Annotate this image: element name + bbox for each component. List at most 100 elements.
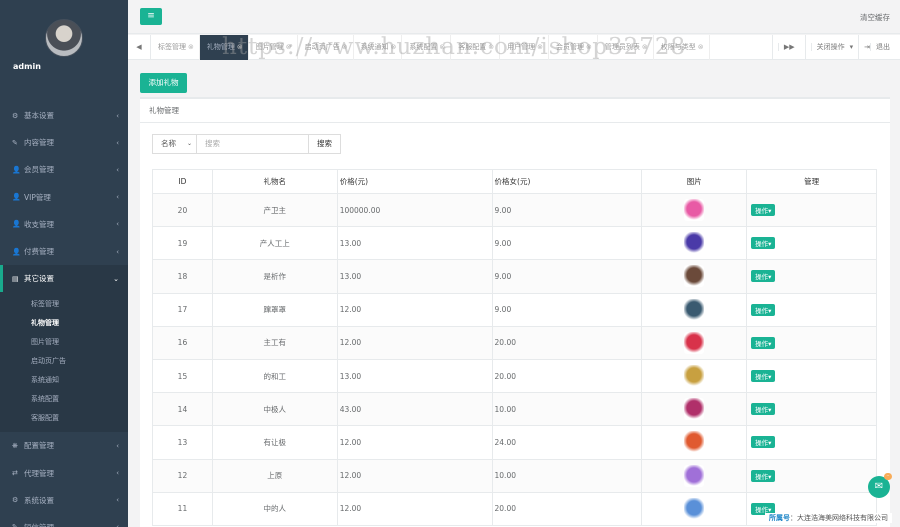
cell-id: 12 [152, 459, 213, 493]
sidebar-item-1[interactable]: ✎ 内容管理 ‹ [0, 129, 128, 156]
cell-image [641, 425, 748, 460]
cell-name: 是析作 [212, 259, 338, 294]
submenu-item-1[interactable]: 礼物管理 [0, 314, 128, 333]
operation-label: 操作 [755, 472, 769, 481]
cell-name: 上原 [212, 459, 338, 493]
sidebar-item-active[interactable]: ▤ 其它设置 ⌄ [0, 265, 128, 293]
column-header-4: 图片 [641, 169, 748, 194]
user-icon: 👤 [12, 193, 21, 202]
cell-actions: 操作▾ [746, 359, 877, 394]
chevron-down-icon: ⌄ [113, 274, 119, 283]
sidebar-item-label: VIP管理 [24, 192, 51, 202]
submenu-item-6[interactable]: 客服配置 [0, 409, 128, 428]
operation-dropdown-button[interactable]: 操作▾ [751, 270, 776, 283]
cogs-icon: ❋ [12, 441, 18, 450]
cell-price: 12.00 [337, 459, 493, 493]
cell-price-female: 9.00 [492, 293, 643, 327]
sidebar-item-after-0[interactable]: ❋ 配置管理 ‹ [0, 432, 128, 459]
tab-label: 标签管理 [158, 42, 186, 51]
gift-image [684, 331, 705, 354]
table-row: 12 上原 12.00 10.00 操作▾ [152, 459, 877, 493]
column-header-1: 礼物名 [212, 169, 338, 194]
gear-icon: ⚙ [12, 111, 19, 120]
operation-label: 操作 [755, 439, 769, 448]
search-field-value: 名称 [161, 139, 176, 148]
chevron-left-icon: ‹ [116, 111, 119, 120]
logout-button[interactable]: ⇥ 退出 [858, 34, 900, 60]
sidebar-item-2[interactable]: 👤 会员管理 ‹ [0, 156, 128, 183]
cell-name: 中的人 [212, 492, 338, 526]
submenu-item-3[interactable]: 启动页广告 [0, 352, 128, 371]
operation-dropdown-button[interactable]: 操作▾ [751, 204, 776, 217]
operation-dropdown-button[interactable]: 操作▾ [751, 469, 776, 482]
close-icon[interactable]: ⊗ [188, 43, 194, 51]
sidebar-item-after-1[interactable]: ⇄ 代理管理 ‹ [0, 460, 128, 487]
chevron-left-icon: ‹ [116, 441, 119, 450]
tab-0[interactable]: 标签管理 ⊗ [151, 34, 200, 60]
operation-dropdown-button[interactable]: 操作▾ [751, 237, 776, 250]
avatar[interactable] [45, 19, 83, 57]
user-icon: 👤 [12, 247, 21, 256]
cell-image [641, 259, 748, 294]
cell-price-female: 9.00 [492, 193, 643, 228]
close-tabs-label: 关闭操作 [810, 42, 850, 51]
sidebar-item-after-2[interactable]: ⚙ 系统设置 ‹ [0, 487, 128, 514]
sidebar-item-5[interactable]: 👤 付费管理 ‹ [0, 238, 128, 265]
chat-button[interactable]: ✉ ·· [868, 473, 892, 498]
cell-actions: 操作▾ [746, 326, 877, 360]
cell-id: 18 [152, 259, 213, 294]
cell-name: 的和工 [212, 359, 338, 394]
clear-cache-link[interactable]: 清空缓存 [860, 12, 890, 23]
cell-image [641, 492, 748, 526]
sidebar-item-3[interactable]: 👤 VIP管理 ‹ [0, 184, 128, 211]
sidebar-item-label: 配置管理 [24, 441, 54, 451]
table-row: 17 蹿罩罩 12.00 9.00 操作▾ [152, 293, 877, 327]
cell-actions: 操作▾ [746, 193, 877, 228]
gift-table: ID 礼物名 价格(元) 价格女(元) 图片 管理 20 产卫主 100000.00 9.00 操… [152, 169, 877, 526]
submenu-item-5[interactable]: 系统配置 [0, 390, 128, 409]
sidebar-item-after-3[interactable]: ✎短信管理 ‹ [0, 514, 128, 527]
cell-price-female: 20.00 [492, 492, 643, 526]
operation-dropdown-button[interactable]: 操作▾ [751, 303, 776, 316]
column-header-5: 管理 [746, 169, 877, 194]
cell-name: 产卫主 [212, 193, 338, 228]
main-content: 添加礼物 礼物管理 名称 ⌄ 搜索 搜索 ID 礼物名 价格(元) 价格女(元) 图片 管理… [128, 61, 900, 527]
search-input[interactable]: 搜索 [197, 134, 309, 154]
username[interactable]: admin [0, 62, 128, 71]
operation-label: 操作 [755, 373, 769, 382]
table-body: 20 产卫主 100000.00 9.00 操作▾ 19 产人工上 13.00 9.00 操作▾ 1… [152, 193, 877, 526]
tabs-prev-button[interactable]: ◀ [128, 34, 151, 60]
submenu-item-0[interactable]: 标签管理 [0, 295, 128, 314]
sidebar-item-0[interactable]: ⚙ 基本设置 ‹ [0, 102, 128, 129]
cell-price: 12.00 [337, 425, 493, 460]
column-header-3: 价格女(元) [492, 169, 643, 194]
sidebar-item-label: 基本设置 [24, 111, 54, 121]
search-field-select[interactable]: 名称 ⌄ [152, 134, 197, 154]
tabs-next-button[interactable]: ▶▶ [771, 34, 805, 60]
menu-toggle-button[interactable]: ≡ [140, 8, 162, 25]
sidebar-item-label: 收支管理 [24, 219, 54, 229]
submenu-item-2[interactable]: 图片管理 [0, 333, 128, 352]
operation-dropdown-button[interactable]: 操作▾ [751, 370, 776, 383]
cell-image [641, 359, 748, 394]
table-row: 13 有让极 12.00 24.00 操作▾ [152, 425, 877, 460]
search-button[interactable]: 搜索 [309, 134, 341, 154]
sidebar-item-4[interactable]: 👤 收支管理 ‹ [0, 211, 128, 238]
close-icon[interactable]: ⊗ [698, 43, 704, 51]
operation-dropdown-button[interactable]: 操作▾ [751, 336, 776, 349]
cell-name: 蹿罩罩 [212, 293, 338, 327]
cell-price: 13.00 [337, 259, 493, 294]
submenu-item-4[interactable]: 系统通知 [0, 371, 128, 390]
operation-dropdown-button[interactable]: 操作▾ [751, 403, 776, 416]
gift-image [684, 365, 705, 388]
edit-icon: ✎ [12, 523, 24, 527]
cell-price: 12.00 [337, 492, 493, 526]
cell-price-female: 20.00 [492, 326, 643, 360]
close-tabs-dropdown[interactable]: 关闭操作 ▾ [804, 34, 859, 60]
cell-id: 14 [152, 392, 213, 427]
cell-id: 15 [152, 359, 213, 394]
add-gift-button[interactable]: 添加礼物 [140, 73, 187, 93]
chevron-left-icon: ‹ [116, 247, 119, 256]
operation-dropdown-button[interactable]: 操作▾ [751, 436, 776, 449]
cell-price-female: 9.00 [492, 259, 643, 294]
